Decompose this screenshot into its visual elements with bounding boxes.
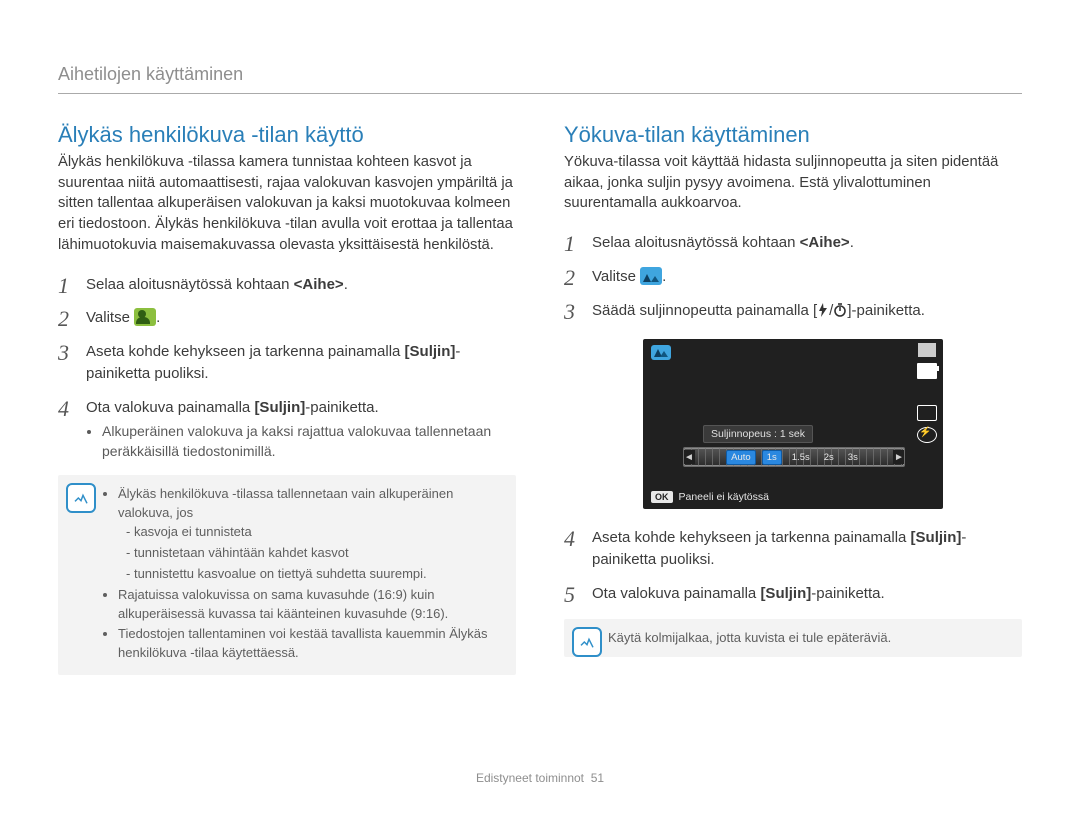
slider-opt-1s: 1s xyxy=(762,450,782,465)
left-intro: Älykäs henkilökuva -tilassa kamera tunni… xyxy=(58,152,516,256)
slider-opt-3s: 3s xyxy=(844,451,862,464)
left-step-2: 2 Valitse . xyxy=(58,307,516,329)
flash-icon xyxy=(817,302,829,324)
right-heading: Yökuva-tilan käyttäminen xyxy=(564,122,1022,148)
ok-button-indicator: OK xyxy=(651,491,673,503)
right-step-1: 1 Selaa aloitusnäytössä kohtaan <Aihe>. xyxy=(564,232,1022,254)
portrait-mode-icon xyxy=(134,308,156,326)
left-steps: 1 Selaa aloitusnäytössä kohtaan <Aihe>. … xyxy=(58,274,516,462)
slider-opt-1-5s: 1.5s xyxy=(788,451,814,464)
camera-lcd-illustration: Suljinnopeus : 1 sek ◄ Auto 1s 1.5s 2s 3… xyxy=(643,339,943,509)
right-step-5: 5 Ota valokuva painamalla [Suljin]-paini… xyxy=(564,583,1022,605)
night-mode-icon xyxy=(640,267,662,285)
right-step-2: 2 Valitse . xyxy=(564,266,1022,288)
shutter-speed-label: Suljinnopeus : 1 sek xyxy=(703,425,813,443)
timer-icon xyxy=(833,302,847,324)
lcd-night-mode-icon xyxy=(651,345,671,360)
lcd-flash-icon xyxy=(917,427,937,443)
lcd-bottom-hint: OK Paneeli ei käytössä xyxy=(651,491,769,503)
page-header: Aihetilojen käyttäminen xyxy=(58,64,1022,94)
shutter-speed-slider: ◄ Auto 1s 1.5s 2s 3s ► xyxy=(683,447,905,467)
note-icon xyxy=(572,627,602,657)
note-icon xyxy=(66,483,96,513)
page-footer: Edistyneet toiminnot 51 xyxy=(58,755,1022,785)
left-column: Älykäs henkilökuva -tilan käyttö Älykäs … xyxy=(58,122,516,755)
left-step-4-notes: Alkuperäinen valokuva ja kaksi rajattua … xyxy=(86,422,516,461)
note-bullet-1: Älykäs henkilökuva -tilassa tallennetaan… xyxy=(118,485,504,583)
right-note-box: Käytä kolmijalkaa, jotta kuvista ei tule… xyxy=(564,619,1022,658)
lcd-timer-icon xyxy=(917,405,937,421)
content-columns: Älykäs henkilökuva -tilan käyttö Älykäs … xyxy=(58,122,1022,755)
left-note-box: Älykäs henkilökuva -tilassa tallennetaan… xyxy=(58,475,516,675)
left-step-4: 4 Ota valokuva painamalla [Suljin]-paini… xyxy=(58,397,516,462)
right-steps: 1 Selaa aloitusnäytössä kohtaan <Aihe>. … xyxy=(564,232,1022,323)
slider-right-arrow-icon: ► xyxy=(893,450,905,464)
right-step-4: 4 Aseta kohde kehykseen ja tarkenna pain… xyxy=(564,527,1022,571)
right-steps-cont: 4 Aseta kohde kehykseen ja tarkenna pain… xyxy=(564,527,1022,604)
battery-full-icon xyxy=(917,363,937,379)
lcd-spacer xyxy=(918,385,936,399)
right-column: Yökuva-tilan käyttäminen Yökuva-tilassa … xyxy=(564,122,1022,755)
header-title: Aihetilojen käyttäminen xyxy=(58,64,243,84)
slider-opt-2s: 2s xyxy=(820,451,838,464)
slider-opt-auto: Auto xyxy=(726,450,756,465)
left-heading: Älykäs henkilökuva -tilan käyttö xyxy=(58,122,516,148)
note-bullet-3: Tiedostojen tallentaminen voi kestää tav… xyxy=(118,625,504,663)
lcd-divider-icon xyxy=(918,343,936,357)
right-step-3: 3 Säädä suljinnopeutta painamalla [/]-pa… xyxy=(564,300,1022,324)
right-intro: Yökuva-tilassa voit käyttää hidasta sulj… xyxy=(564,152,1022,214)
left-step-3: 3 Aseta kohde kehykseen ja tarkenna pain… xyxy=(58,341,516,385)
left-step-1: 1 Selaa aloitusnäytössä kohtaan <Aihe>. xyxy=(58,274,516,296)
slider-options: Auto 1s 1.5s 2s 3s xyxy=(684,448,904,466)
note-bullet-2: Rajatuissa valokuvissa on sama kuvasuhde… xyxy=(118,586,504,624)
lcd-status-icons xyxy=(917,343,937,443)
